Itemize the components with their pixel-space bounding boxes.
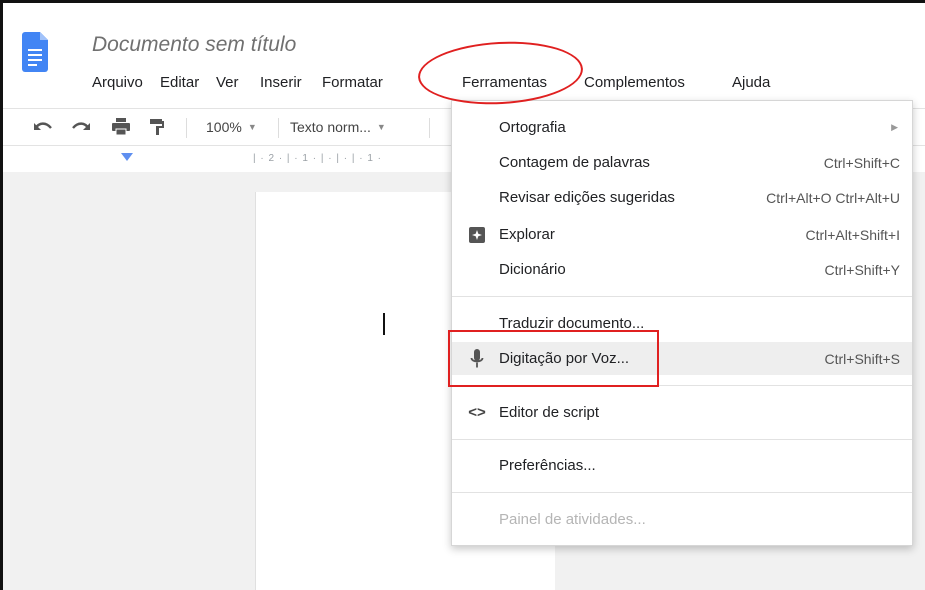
zoom-select[interactable]: 100% ▼ [206, 109, 257, 145]
redo-button[interactable] [71, 109, 91, 145]
print-button[interactable] [111, 109, 131, 145]
undo-icon [33, 122, 52, 130]
menu-arquivo[interactable]: Arquivo [92, 70, 143, 96]
chevron-down-icon: ▼ [247, 122, 257, 132]
menu-item-label: Ortografia [499, 119, 566, 136]
code-icon: <> [468, 404, 486, 421]
menu-item-painel-atividades: Painel de atividades... [452, 503, 912, 536]
menu-item-preferencias[interactable]: Preferências... [452, 449, 912, 482]
menu-editar[interactable]: Editar [160, 70, 199, 96]
ruler[interactable]: | · 2 · | · 1 · | · | · | · 1 · [253, 148, 453, 170]
menu-item-shortcut: Ctrl+Shift+C [823, 154, 900, 171]
menu-item-explorar[interactable]: Explorar Ctrl+Alt+Shift+I [452, 218, 912, 251]
paragraph-style-value: Texto norm... [290, 119, 371, 135]
menu-item-label: Preferências... [499, 457, 596, 474]
submenu-arrow-icon: ▶ [891, 122, 898, 132]
indent-marker-icon[interactable] [121, 153, 133, 161]
menu-ver[interactable]: Ver [216, 70, 239, 96]
chevron-down-icon: ▼ [376, 122, 386, 132]
menu-divider [452, 439, 912, 440]
menu-item-ortografia[interactable]: Ortografia ▶ [452, 111, 912, 144]
menu-item-label: Contagem de palavras [499, 154, 650, 171]
menu-item-label: Painel de atividades... [499, 511, 646, 528]
menu-item-shortcut: Ctrl+Alt+O Ctrl+Alt+U [766, 189, 900, 206]
document-title[interactable]: Documento sem título [92, 33, 296, 57]
toolbar-divider [186, 118, 187, 138]
menu-complementos[interactable]: Complementos [584, 70, 685, 96]
docs-logo-icon[interactable] [22, 32, 48, 72]
menu-item-revisar-edicoes[interactable]: Revisar edições sugeridas Ctrl+Alt+O Ctr… [452, 181, 912, 214]
menu-item-shortcut: Ctrl+Alt+Shift+I [805, 226, 900, 243]
tools-menu: Ortografia ▶ Contagem de palavras Ctrl+S… [451, 100, 913, 546]
print-icon [112, 118, 130, 136]
text-cursor [383, 313, 385, 335]
menu-item-shortcut: Ctrl+Shift+S [824, 350, 900, 367]
paint-format-icon [150, 119, 164, 135]
menu-divider [452, 296, 912, 297]
menu-item-label: Revisar edições sugeridas [499, 189, 675, 206]
menu-item-label: Editor de script [499, 404, 600, 421]
paint-format-button[interactable] [149, 109, 165, 145]
menu-item-label: Explorar [499, 226, 555, 243]
redo-icon [72, 122, 91, 130]
menu-item-label: Dicionário [499, 261, 566, 278]
zoom-value: 100% [206, 119, 242, 135]
menu-item-editor-script[interactable]: <> Editor de script [452, 396, 912, 429]
toolbar-divider [278, 118, 279, 138]
menu-inserir[interactable]: Inserir [260, 70, 302, 96]
menu-item-dicionario[interactable]: Dicionário Ctrl+Shift+Y [452, 253, 912, 286]
menu-ajuda[interactable]: Ajuda [732, 70, 770, 96]
menu-formatar[interactable]: Formatar [322, 70, 383, 96]
explore-icon [468, 225, 486, 245]
annotation-box [448, 330, 659, 387]
menu-item-shortcut: Ctrl+Shift+Y [824, 261, 900, 278]
paragraph-style-select[interactable]: Texto norm... ▼ [290, 109, 386, 145]
menu-item-contagem-palavras[interactable]: Contagem de palavras Ctrl+Shift+C [452, 146, 912, 179]
undo-button[interactable] [33, 109, 53, 145]
menu-divider [452, 492, 912, 493]
toolbar-divider [429, 118, 430, 138]
